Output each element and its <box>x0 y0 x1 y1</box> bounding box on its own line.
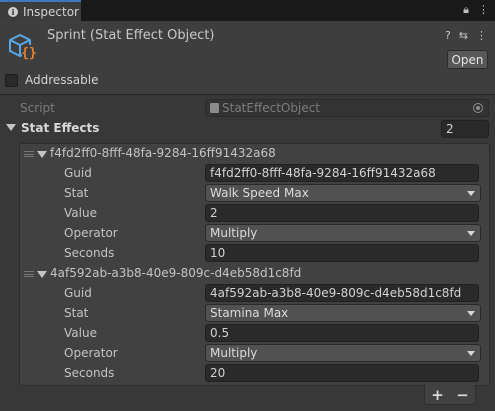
remove-element-button[interactable]: − <box>456 386 469 404</box>
chevron-down-icon <box>467 311 475 316</box>
stat-dropdown[interactable]: Stamina Max <box>205 304 481 322</box>
script-field[interactable]: StatEffectObject <box>205 99 489 117</box>
addressable-row: Addressable <box>5 73 98 87</box>
header-tools: ? ⇆ ⋮ <box>445 29 487 42</box>
tab-tools: 🔒︎ ⋮ <box>463 3 489 17</box>
seconds-label: Seconds <box>64 246 115 260</box>
tab-label: Inspector <box>23 5 79 19</box>
element-foldout-arrow[interactable] <box>37 151 47 158</box>
stat-effects-count[interactable]: 2 <box>441 120 489 138</box>
inspector-body: Script StatEffectObject Stat Effects 2 f… <box>0 96 495 411</box>
value-label: Value <box>64 326 97 340</box>
tab-inspector[interactable]: i Inspector <box>0 0 81 22</box>
chevron-down-icon <box>467 231 475 236</box>
drag-handle-icon[interactable] <box>24 151 34 157</box>
stat-label: Stat <box>64 186 89 200</box>
seconds-label: Seconds <box>64 366 115 380</box>
open-button[interactable]: Open <box>447 50 488 69</box>
object-title: Sprint (Stat Effect Object) <box>47 28 215 43</box>
operator-value: Multiply <box>210 226 258 240</box>
addressable-label: Addressable <box>25 73 99 87</box>
script-label: Script <box>20 101 55 115</box>
add-element-button[interactable]: + <box>431 386 444 404</box>
list-footer: + − <box>424 385 476 405</box>
chevron-down-icon <box>467 191 475 196</box>
info-icon: i <box>8 7 18 17</box>
stat-effects-label[interactable]: Stat Effects <box>21 121 99 135</box>
stat-value: Stamina Max <box>210 306 289 320</box>
script-file-icon <box>210 103 219 113</box>
context-menu-icon[interactable]: ⋮ <box>476 29 487 42</box>
guid-label: Guid <box>64 286 92 300</box>
scriptable-object-icon: {} <box>9 33 37 61</box>
guid-field[interactable]: 4af592ab-a3b8-40e9-809c-d4eb58d1c8fd <box>205 284 479 302</box>
drag-handle-icon[interactable] <box>24 271 34 277</box>
guid-label: Guid <box>64 166 92 180</box>
chevron-down-icon <box>467 351 475 356</box>
presets-icon[interactable]: ⇆ <box>459 29 468 42</box>
operator-dropdown[interactable]: Multiply <box>205 224 481 242</box>
svg-text:{}: {} <box>21 46 37 61</box>
addressable-checkbox[interactable] <box>5 73 18 87</box>
help-icon[interactable]: ? <box>445 29 451 42</box>
script-value: StatEffectObject <box>222 101 320 115</box>
element-foldout-arrow[interactable] <box>37 271 47 278</box>
value-field[interactable]: 2 <box>205 204 479 222</box>
window-menu-icon[interactable]: ⋮ <box>478 3 489 17</box>
operator-dropdown[interactable]: Multiply <box>205 344 481 362</box>
operator-label: Operator <box>64 346 118 360</box>
stat-label: Stat <box>64 306 89 320</box>
value-field[interactable]: 0.5 <box>205 324 479 342</box>
object-picker-icon[interactable] <box>473 103 483 113</box>
stat-value: Walk Speed Max <box>210 186 309 200</box>
stat-dropdown[interactable]: Walk Speed Max <box>205 184 481 202</box>
tab-bar: i Inspector 🔒︎ ⋮ <box>0 0 495 22</box>
seconds-field[interactable]: 10 <box>205 244 479 262</box>
stat-effects-foldout-arrow[interactable] <box>6 124 16 131</box>
element-header[interactable]: 4af592ab-a3b8-40e9-809c-d4eb58d1c8fd <box>50 266 301 280</box>
operator-value: Multiply <box>210 346 258 360</box>
lock-icon[interactable]: 🔒︎ <box>463 3 469 17</box>
guid-field[interactable]: f4fd2ff0-8fff-48fa-9284-16ff91432a68 <box>205 164 479 182</box>
inspector-header: {} Sprint (Stat Effect Object) ? ⇆ ⋮ Ope… <box>0 21 495 95</box>
element-header[interactable]: f4fd2ff0-8fff-48fa-9284-16ff91432a68 <box>50 146 276 160</box>
seconds-field[interactable]: 20 <box>205 364 479 382</box>
value-label: Value <box>64 206 97 220</box>
operator-label: Operator <box>64 226 118 240</box>
